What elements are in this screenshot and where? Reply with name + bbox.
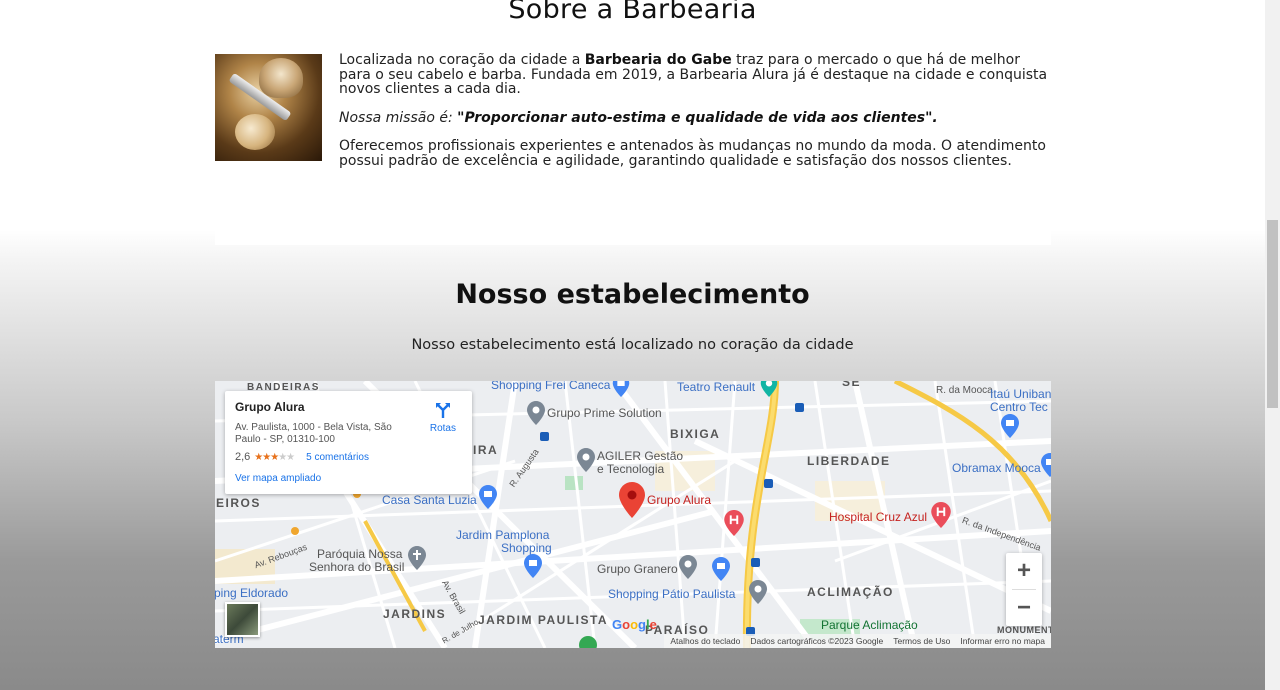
scrollbar-thumb[interactable]	[1267, 220, 1278, 408]
map-label-jardim-pamplona-2[interactable]: Shopping	[501, 541, 552, 555]
shopping-pin-icon[interactable]	[524, 554, 542, 578]
map-label-shopping-patio[interactable]: Shopping Pátio Paulista	[608, 587, 735, 601]
place-title: Grupo Alura	[235, 400, 305, 414]
map-label-jardins: JARDINS	[383, 607, 447, 621]
place-info-card: Grupo Alura Av. Paulista, 1000 - Bela Vi…	[225, 391, 472, 494]
directions-icon	[435, 403, 450, 418]
establishment-subtitle: Nosso estabelecimento está localizado no…	[411, 337, 854, 353]
view-larger-map-link[interactable]: Ver mapa ampliado	[235, 473, 462, 484]
map-label-paroquia-1[interactable]: Paróquia Nossa	[317, 547, 402, 561]
reviews-link[interactable]: 5 comentários	[306, 452, 369, 463]
map-label-jardim-pamplona-1[interactable]: Jardim Pamplona	[456, 528, 549, 542]
location-pin-icon[interactable]	[619, 482, 645, 518]
map-label-itau-2[interactable]: Centro Tec	[990, 400, 1048, 414]
map-label-r-da-mooca: R. da Mooca	[936, 385, 993, 396]
place-address: Av. Paulista, 1000 - Bela Vista, São Pau…	[235, 422, 392, 445]
map-label-grupo-granero[interactable]: Grupo Granero	[597, 562, 678, 576]
shopping-pin-icon[interactable]	[712, 557, 730, 581]
map-label-liberdade: LIBERDADE	[807, 454, 891, 468]
map-label-itau-1[interactable]: Itaú Uniban	[990, 387, 1051, 401]
shopping-pin-icon[interactable]	[612, 381, 630, 397]
zoom-controls: + −	[1006, 553, 1042, 626]
map-label-grupo-prime[interactable]: Grupo Prime Solution	[547, 406, 662, 420]
map-label-aclimacao: ACLIMAÇÃO	[807, 585, 894, 599]
hospital-pin-icon[interactable]	[724, 510, 744, 536]
satellite-toggle-button[interactable]	[225, 602, 260, 637]
about-paragraph-1: Localizada no coração da cidade a Barbea…	[339, 52, 1048, 97]
zoom-out-button[interactable]: −	[1006, 590, 1042, 626]
poi-pin-icon[interactable]	[679, 555, 697, 579]
shopping-pin-icon[interactable]	[479, 485, 497, 509]
hospital-pin-icon[interactable]	[931, 502, 951, 528]
page: Sobre a Barbearia Localizada no coração …	[0, 0, 1265, 690]
map-label-obramax[interactable]: Obramax Mooca	[952, 461, 1041, 475]
map-label-casa-santa-luzia[interactable]: Casa Santa Luzia	[382, 493, 477, 507]
map-label-shopping-eldorado[interactable]: ping Eldorado	[215, 586, 288, 600]
map-label-hospital-cruz-azul[interactable]: Hospital Cruz Azul	[829, 510, 927, 524]
poi-pin-icon[interactable]	[527, 401, 545, 425]
theater-pin-icon[interactable]	[760, 381, 778, 397]
zoom-in-button[interactable]: +	[1006, 553, 1042, 589]
map-data-text: Dados cartográficos ©2023 Google	[750, 636, 884, 646]
report-error-link[interactable]: Informar erro no mapa	[960, 636, 1045, 646]
school-pin-icon[interactable]	[749, 580, 767, 604]
map-label-bixiga: BIXIGA	[670, 427, 721, 441]
about-title: Sobre a Barbearia	[508, 0, 757, 25]
mission-paragraph: Nossa missão é: "Proporcionar auto-estim…	[339, 109, 938, 126]
star-rating-icon: ★★★★★	[254, 451, 295, 463]
directions-label: Rotas	[429, 423, 456, 434]
map-footer: Atalhos do teclado Dados cartográficos ©…	[664, 634, 1051, 648]
terms-link[interactable]: Termos de Uso	[893, 636, 950, 646]
map-label-agiler-1[interactable]: AGILER Gestão	[597, 449, 683, 463]
google-logo: Google	[612, 617, 657, 632]
park-pin-icon[interactable]	[579, 636, 597, 648]
rating-value: 2,6	[235, 451, 251, 463]
page-scrollbar[interactable]	[1265, 0, 1280, 690]
map-label-eiros: EIROS	[216, 496, 261, 510]
map-label-parque-aclimacao[interactable]: Parque Aclimação	[821, 618, 918, 632]
directions-button[interactable]: Rotas	[430, 401, 456, 434]
keyboard-shortcuts-link[interactable]: Atalhos do teclado	[670, 636, 740, 646]
shopping-pin-icon[interactable]	[1001, 414, 1019, 438]
about-text: Localizada no coração da cidade a Barbea…	[339, 53, 1051, 182]
map-label-teatro-renault[interactable]: Teatro Renault	[677, 381, 755, 394]
place-rating: 2,6 ★★★★★ 5 comentários	[235, 451, 462, 463]
poi-pin-icon[interactable]	[577, 448, 595, 472]
shopping-pin-icon[interactable]	[1041, 453, 1051, 477]
embedded-map[interactable]: BANDEIRAS Shopping Frei Caneca Teatro Re…	[215, 381, 1051, 648]
about-paragraph-3: Oferecemos profissionais experientes e a…	[339, 138, 1046, 169]
map-label-se: SÉ	[842, 381, 862, 389]
church-pin-icon[interactable]	[408, 546, 426, 570]
barber-tools-image	[215, 54, 322, 161]
map-label-ira: IRA	[473, 443, 499, 457]
map-label-grupo-alura[interactable]: Grupo Alura	[647, 493, 711, 507]
map-label-jardim-paulista: JARDIM PAULISTA	[478, 613, 609, 627]
map-label-paroquia-2[interactable]: Senhora do Brasil	[309, 560, 404, 574]
establishment-title: Nosso estabelecimento	[455, 279, 810, 310]
map-label-agiler-2[interactable]: e Tecnologia	[597, 462, 664, 476]
map-label-shopping-frei-caneca[interactable]: Shopping Frei Caneca	[491, 381, 610, 392]
